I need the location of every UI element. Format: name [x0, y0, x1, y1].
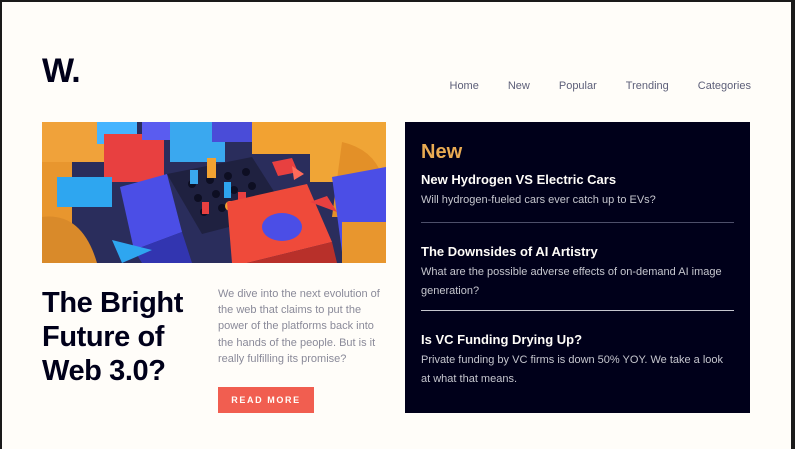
new-panel-heading: New — [421, 141, 463, 163]
site-logo[interactable]: W. — [42, 52, 81, 91]
hero-image — [42, 122, 386, 263]
new-articles-panel: New New Hydrogen VS Electric Cars Will h… — [405, 122, 750, 413]
nav-link-popular[interactable]: Popular — [559, 80, 597, 92]
news-item-title[interactable]: Is VC Funding Drying Up? — [421, 332, 734, 347]
nav-link-categories[interactable]: Categories — [698, 80, 751, 92]
nav-link-trending[interactable]: Trending — [626, 80, 669, 92]
news-divider — [421, 221, 734, 223]
hero-headline[interactable]: The Bright Future of Web 3.0? — [42, 286, 212, 388]
read-more-button[interactable]: READ MORE — [218, 387, 314, 413]
news-item-summary: Will hydrogen-fueled cars ever catch up … — [421, 194, 656, 206]
main-nav: Home New Popular Trending Categories — [450, 80, 752, 92]
news-item-title[interactable]: The Downsides of AI Artistry — [421, 244, 734, 259]
page-frame: W. Home New Popular Trending Categories — [2, 2, 791, 449]
news-divider — [421, 309, 734, 311]
news-item[interactable]: The Downsides of AI Artistry What are th… — [421, 244, 734, 302]
news-item-summary: Private funding by VC firms is down 50% … — [421, 353, 724, 386]
news-item-title[interactable]: New Hydrogen VS Electric Cars — [421, 172, 734, 187]
news-item[interactable]: Is VC Funding Drying Up? Private funding… — [421, 332, 734, 390]
news-item[interactable]: New Hydrogen VS Electric Cars Will hydro… — [421, 172, 734, 211]
nav-link-home[interactable]: Home — [450, 80, 479, 92]
hero-summary: We dive into the next evolution of the w… — [218, 288, 380, 365]
news-item-summary: What are the possible adverse effects of… — [421, 265, 722, 298]
nav-link-new[interactable]: New — [508, 80, 530, 92]
